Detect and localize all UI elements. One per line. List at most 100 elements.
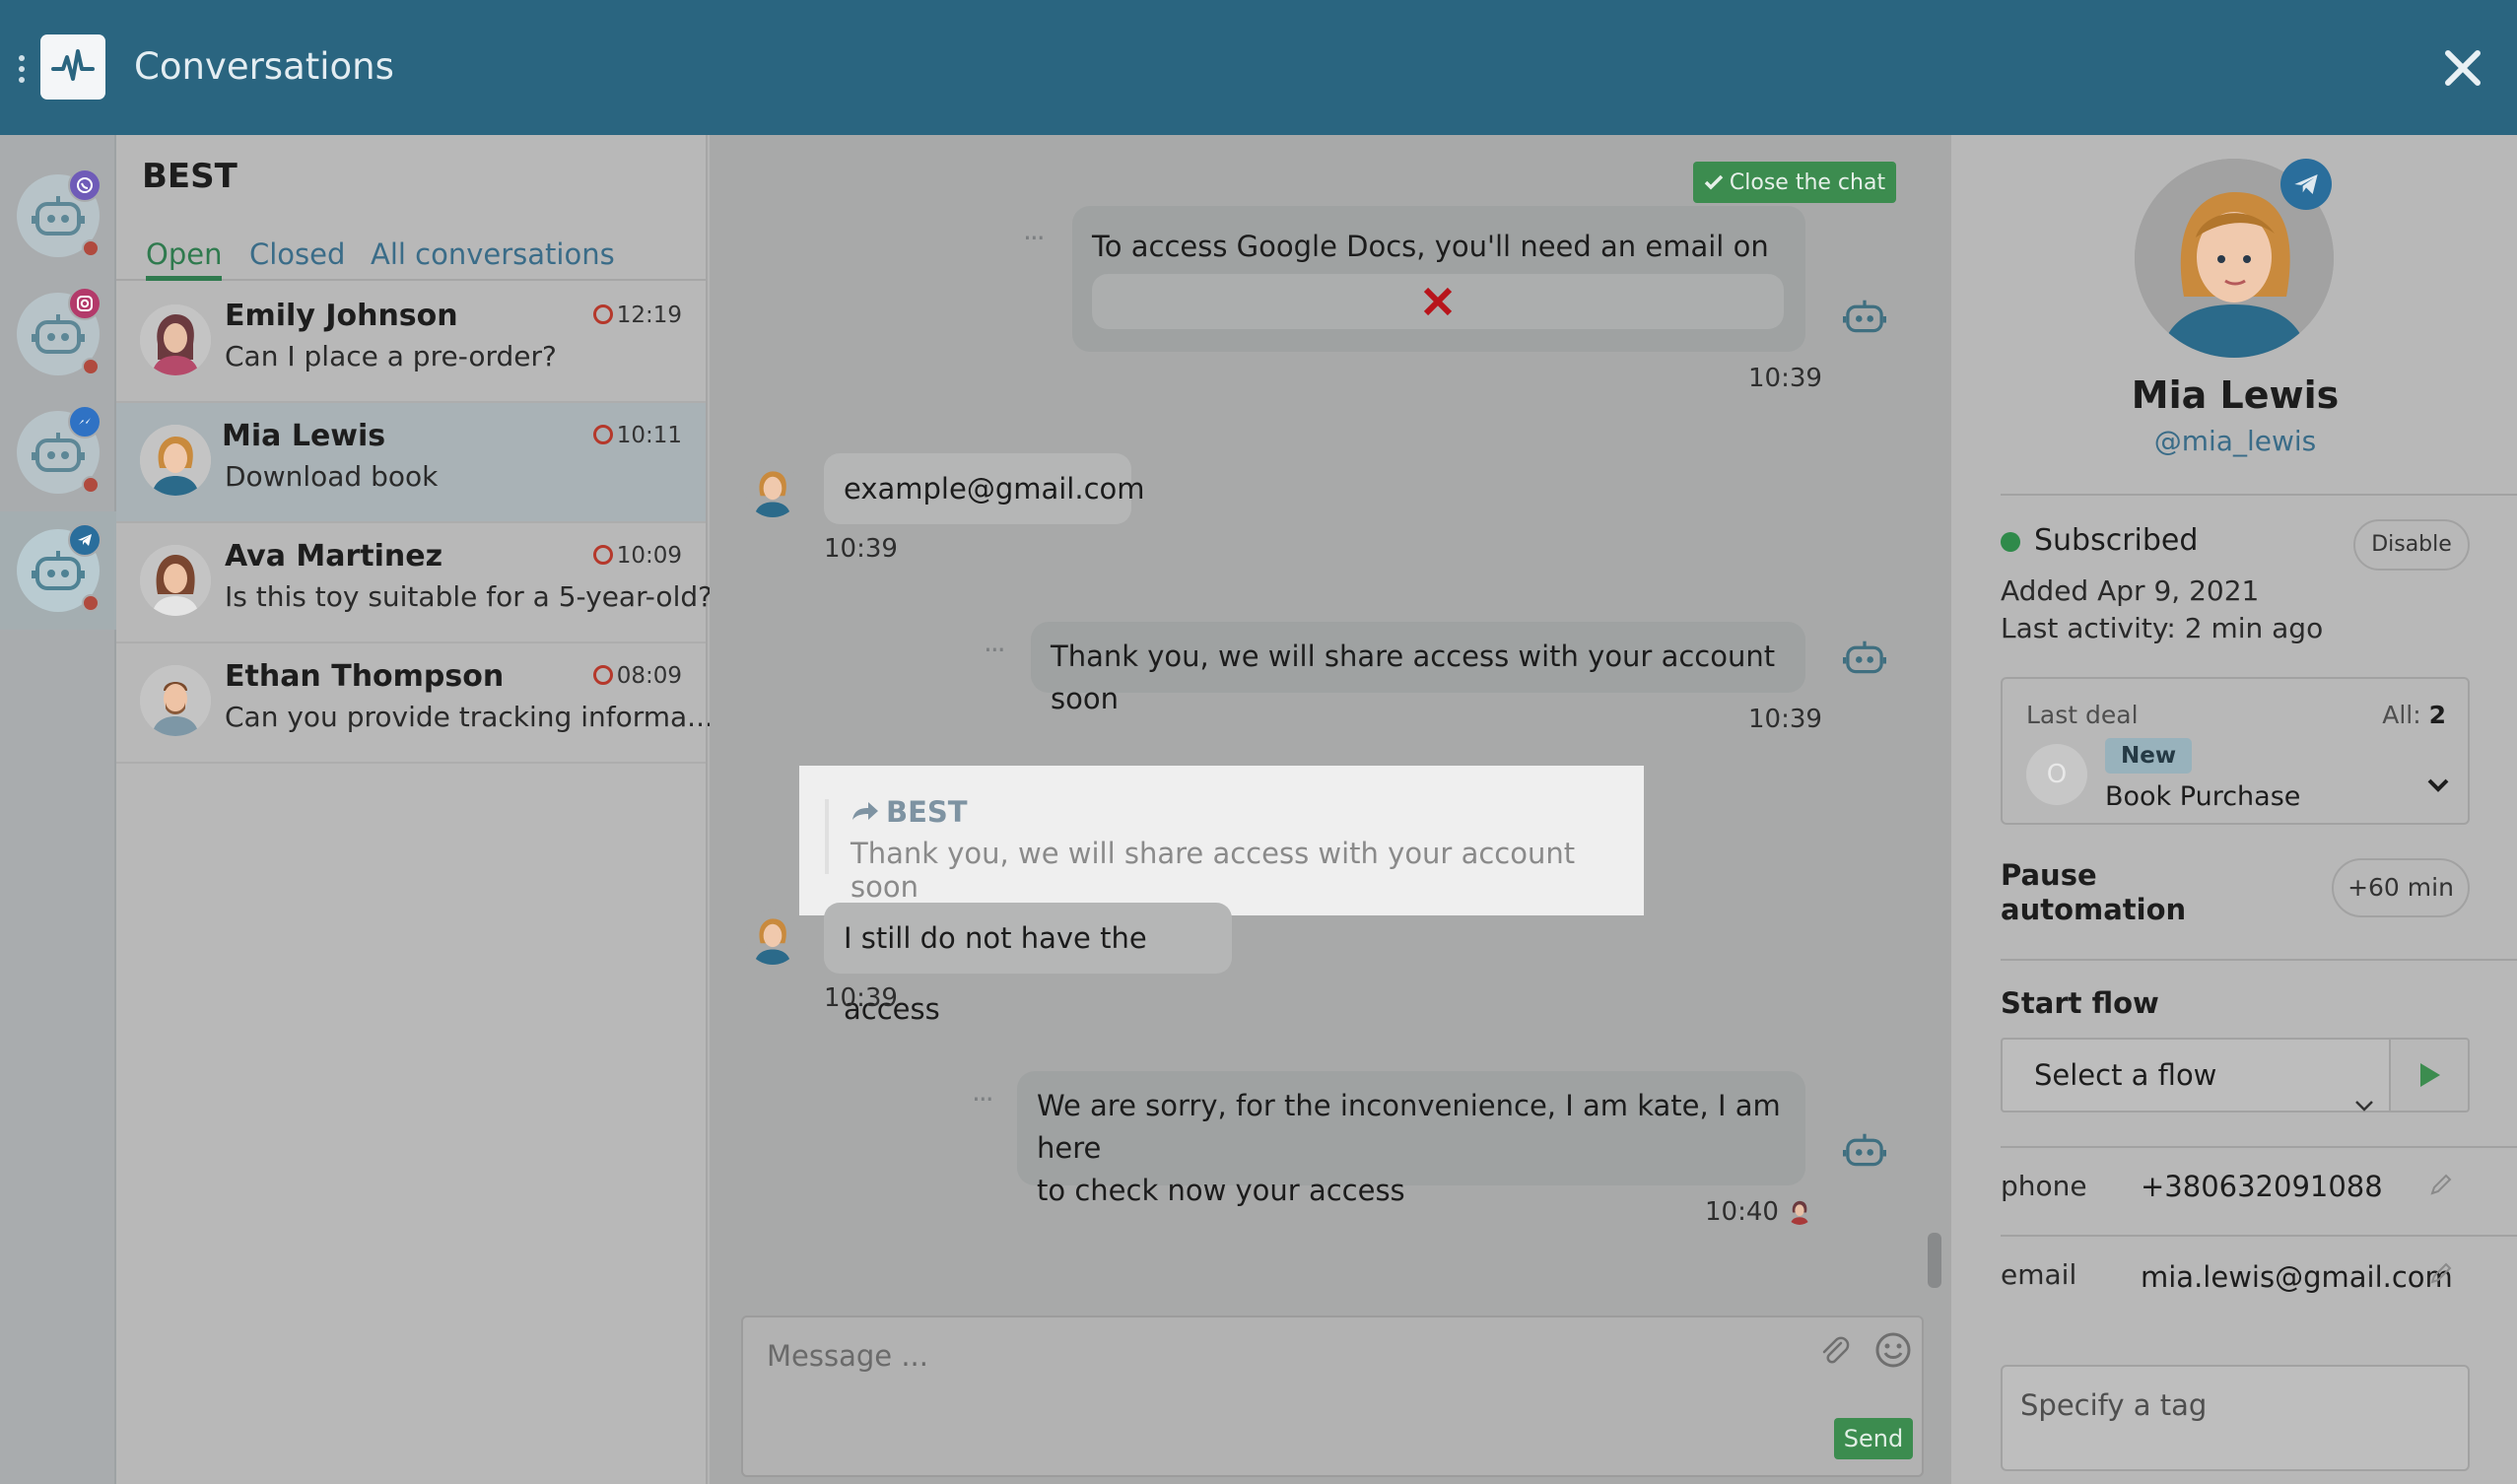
instagram-icon (68, 287, 102, 320)
reply-author: BEST (850, 795, 968, 829)
unread-dot (82, 594, 100, 612)
messenger-icon (68, 405, 102, 438)
conversation-time: 10:11 (616, 423, 682, 448)
message-composer[interactable]: Message ... Send (741, 1315, 1924, 1477)
message-preview: Is this toy suitable for a 5-year-old? (225, 580, 713, 613)
conversation-time: 10:09 (616, 543, 682, 569)
profile-username[interactable]: @mia_lewis (1951, 425, 2517, 457)
contact-name: Ava Martinez (225, 539, 443, 573)
divider (2001, 1235, 2517, 1237)
last-activity: Last activity: 2 min ago (2001, 612, 2324, 644)
last-deal-card[interactable]: Last deal All: 2 O New Book Purchase (2001, 677, 2470, 825)
pause-60-min-button[interactable]: +60 min (2332, 858, 2470, 917)
message-input-placeholder: Message ... (767, 1339, 928, 1373)
reply-quote-line (825, 799, 829, 874)
contact-name: Mia Lewis (222, 419, 386, 453)
last-deal-label: Last deal (2026, 701, 2139, 729)
reply-preview-card[interactable]: BEST Thank you, we will share access wit… (799, 766, 1644, 915)
chevron-down-icon[interactable] (2426, 777, 2450, 797)
attachment-icon[interactable] (1817, 1333, 1853, 1373)
app-title: Conversations (134, 45, 394, 88)
emoji-icon[interactable] (1874, 1331, 1912, 1373)
divider (2001, 494, 2517, 496)
tab-open[interactable]: Open (146, 218, 223, 281)
close-icon[interactable] (2438, 43, 2487, 93)
conversation-item[interactable]: Ethan Thompson Can you provide tracking … (116, 643, 714, 764)
start-flow-label: Start flow (2001, 986, 2159, 1020)
message-time: 10:40 (1705, 1197, 1779, 1227)
broken-image-icon (1423, 287, 1453, 316)
divider (2001, 959, 2517, 961)
bot-icon (1841, 634, 1888, 681)
chat-panel: Close the chat ··· To access Google Docs… (710, 135, 1949, 1484)
app-header: Conversations (0, 0, 2517, 135)
contact-name: Emily Johnson (225, 299, 458, 333)
channel-instagram[interactable] (17, 287, 102, 375)
added-date: Added Apr 9, 2021 (2001, 574, 2260, 607)
menu-dots-icon[interactable] (18, 55, 26, 83)
more-options-icon[interactable]: ··· (972, 1083, 994, 1115)
conversation-time: 08:09 (616, 663, 682, 689)
avatar (140, 545, 211, 616)
more-options-icon[interactable]: ··· (984, 634, 1006, 666)
tab-closed[interactable]: Closed (249, 218, 345, 281)
close-chat-label: Close the chat (1729, 169, 1886, 195)
field-label-email: email (2001, 1258, 2077, 1291)
message-text-line: We are sorry, for the inconvenience, I a… (1037, 1089, 1781, 1165)
subscribed-status-dot (2001, 532, 2020, 552)
unread-dot (82, 239, 100, 257)
disable-button[interactable]: Disable (2353, 519, 2470, 571)
start-flow-button[interactable] (2389, 1038, 2470, 1113)
tab-all-conversations[interactable]: All conversations (371, 218, 615, 281)
send-button[interactable]: Send (1834, 1418, 1913, 1459)
avatar (140, 304, 211, 375)
more-options-icon[interactable]: ··· (1023, 222, 1046, 254)
contact-name: Ethan Thompson (225, 659, 505, 694)
channel-viber[interactable] (17, 169, 102, 257)
message-time: 10:39 (824, 983, 898, 1013)
conversation-item[interactable]: Ava Martinez Is this toy suitable for a … (116, 523, 713, 643)
agent-avatar (1786, 1197, 1813, 1225)
channel-messenger[interactable] (17, 405, 102, 494)
broken-image-attachment[interactable] (1092, 274, 1784, 329)
edit-pencil-icon[interactable] (2428, 1172, 2454, 1201)
play-icon (2420, 1063, 2440, 1087)
conversation-item[interactable]: Emily Johnson Can I place a pre-order? 1… (116, 283, 706, 403)
deal-name: Book Purchase (2105, 781, 2301, 812)
message-outgoing: We are sorry, for the inconvenience, I a… (1017, 1071, 1805, 1207)
message-outgoing: Thank you, we will share access with you… (1031, 622, 1805, 715)
reply-arrow-icon (852, 802, 878, 820)
unread-dot (82, 476, 100, 494)
message-text: Thank you, we will share access with you… (1051, 640, 1776, 715)
edit-pencil-icon[interactable] (2428, 1260, 2454, 1290)
conversation-item-selected[interactable]: Mia Lewis Download book 10:11 (116, 403, 706, 523)
channel-telegram[interactable] (17, 523, 102, 612)
message-time: 10:39 (1748, 364, 1822, 393)
message-incoming: example@gmail.com (824, 453, 1145, 524)
status-ring-icon (593, 545, 613, 565)
bot-name: BEST (142, 157, 238, 196)
pause-automation-label: Pause automation (2001, 858, 2187, 926)
chevron-down-icon (2353, 1067, 2375, 1138)
app-logo-icon[interactable] (40, 34, 105, 100)
chat-scrollbar[interactable] (1928, 1233, 1941, 1288)
deal-owner-avatar: O (2026, 744, 2087, 805)
reply-author-name: BEST (886, 795, 968, 829)
message-text-line: to check now your access (1037, 1174, 1405, 1207)
telegram-icon (68, 523, 102, 557)
flow-select[interactable]: Select a flow (2001, 1038, 2391, 1113)
message-time: 10:39 (824, 534, 898, 564)
message-time: 10:39 (1748, 705, 1822, 734)
tag-input[interactable]: Specify a tag (2001, 1365, 2470, 1471)
avatar (140, 425, 211, 496)
unread-dot (82, 358, 100, 375)
message-preview: Can I place a pre-order? (225, 340, 557, 372)
all-deals-count[interactable]: All: 2 (2382, 701, 2446, 729)
message-text: example@gmail.com (844, 472, 1145, 506)
bot-icon (1841, 293, 1888, 340)
status-ring-icon (593, 304, 613, 324)
tag-input-placeholder: Specify a tag (2020, 1388, 2208, 1422)
close-chat-button[interactable]: Close the chat (1693, 162, 1896, 203)
check-icon (1704, 174, 1724, 190)
conversation-list-panel: BEST Open Closed All conversations Emily… (116, 135, 714, 1484)
